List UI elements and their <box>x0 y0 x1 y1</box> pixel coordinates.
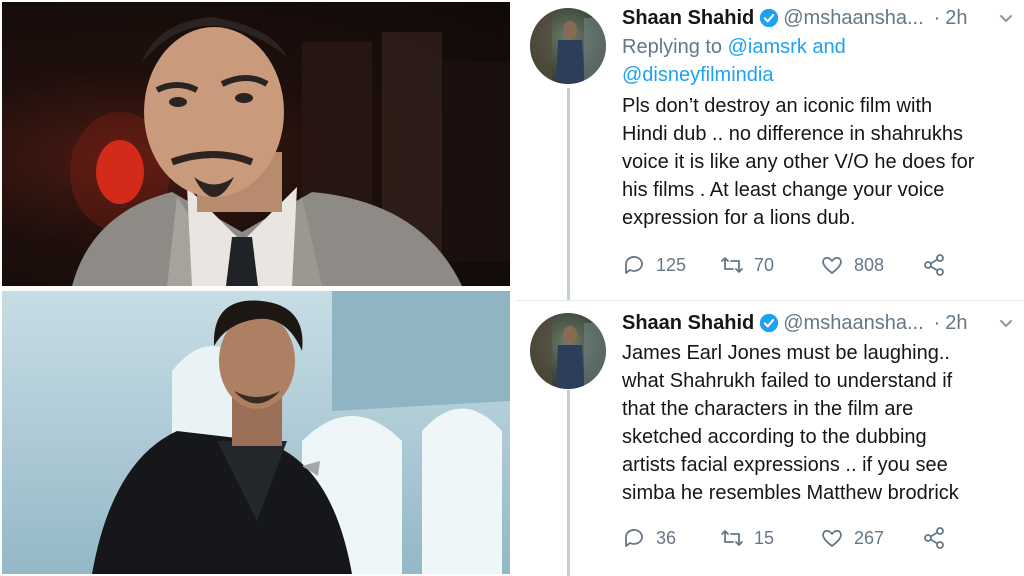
retweet-icon <box>721 257 743 273</box>
like-count: 808 <box>854 254 885 275</box>
author-handle[interactable]: @mshaansha... <box>783 7 923 30</box>
timestamp[interactable]: 2h <box>945 312 967 335</box>
tweet-text-line: what Shahrukh failed to understand if <box>622 370 953 392</box>
replying-prefix: Replying to <box>622 36 723 58</box>
tweet[interactable]: Shaan Shahid @mshaansha... · 2h James Ea… <box>516 300 1024 576</box>
share-button[interactable] <box>922 526 956 550</box>
heart-icon <box>822 529 842 547</box>
share-button[interactable] <box>922 253 956 277</box>
mention-link[interactable]: @iamsrk <box>728 36 807 58</box>
tweet-text-line: artists facial expressions .. if you see <box>622 454 948 476</box>
tweet-text-line: simba he resembles Matthew brodrick <box>622 482 959 504</box>
reply-button[interactable]: 36 <box>622 526 676 550</box>
chevron-down-icon[interactable] <box>998 315 1014 331</box>
photo-bottom-portrait <box>2 291 510 574</box>
tweet-text-line: that the characters in the film are <box>622 398 914 420</box>
replying-to: Replying to @iamsrk and @disneyfilmindia <box>622 33 846 89</box>
reply-icon <box>625 256 643 274</box>
author-handle[interactable]: @mshaansha... <box>783 312 923 335</box>
tweet-header: Shaan Shahid @mshaansha... · 2h <box>622 2 1014 34</box>
photo-top-portrait <box>2 2 510 286</box>
retweet-count: 15 <box>754 527 775 548</box>
dot-separator: · <box>933 6 941 29</box>
reply-icon <box>625 529 643 547</box>
avatar[interactable] <box>530 313 606 389</box>
share-icon <box>924 254 944 276</box>
tweet-thread: Shaan Shahid @mshaansha... · 2h Replying… <box>516 0 1024 576</box>
tweet-header: Shaan Shahid @mshaansha... · 2h <box>622 307 1014 339</box>
tweet-text-line: James Earl Jones must be laughing.. <box>622 342 950 364</box>
like-button[interactable]: 808 <box>820 253 884 277</box>
timestamp[interactable]: 2h <box>945 7 967 30</box>
tweet-text-line: Pls don’t destroy an iconic film with <box>622 95 933 117</box>
retweet-count: 70 <box>754 254 775 275</box>
tweet[interactable]: Shaan Shahid @mshaansha... · 2h Replying… <box>516 0 1024 300</box>
reply-button[interactable]: 125 <box>622 253 686 277</box>
chevron-down-icon[interactable] <box>998 10 1014 26</box>
avatar[interactable] <box>530 8 606 84</box>
like-count: 267 <box>854 527 885 548</box>
mention-and[interactable]: and <box>812 36 845 58</box>
mention-link[interactable]: @disneyfilmindia <box>622 64 773 86</box>
verified-badge-icon <box>760 313 779 333</box>
author-name[interactable]: Shaan Shahid <box>622 7 754 30</box>
tweet-text-line: his films . At least change your voice <box>622 179 945 201</box>
reply-count: 36 <box>656 527 677 548</box>
dot-separator: · <box>933 311 941 334</box>
tweet-text: James Earl Jones must be laughing.. what… <box>622 339 1014 507</box>
retweet-button[interactable]: 70 <box>720 253 774 277</box>
verified-badge-icon <box>760 8 779 28</box>
tweet-text-line: expression for a lions dub. <box>622 207 856 229</box>
like-button[interactable]: 267 <box>820 526 884 550</box>
tweet-text-line: voice it is like any other V/O he does f… <box>622 151 975 173</box>
tweet-text-line: Hindi dub .. no difference in shahrukhs <box>622 123 963 145</box>
tweet-text: Pls don’t destroy an iconic film with Hi… <box>622 92 1014 232</box>
retweet-button[interactable]: 15 <box>720 526 774 550</box>
tweet-actions: 125 70 808 <box>622 253 1012 283</box>
retweet-icon <box>721 530 743 546</box>
reply-count: 125 <box>656 254 687 275</box>
heart-icon <box>822 256 842 274</box>
share-icon <box>924 527 944 549</box>
tweet-actions: 36 15 267 <box>622 526 1012 556</box>
tweet-text-line: sketched according to the dubbing <box>622 426 927 448</box>
author-name[interactable]: Shaan Shahid <box>622 312 754 335</box>
